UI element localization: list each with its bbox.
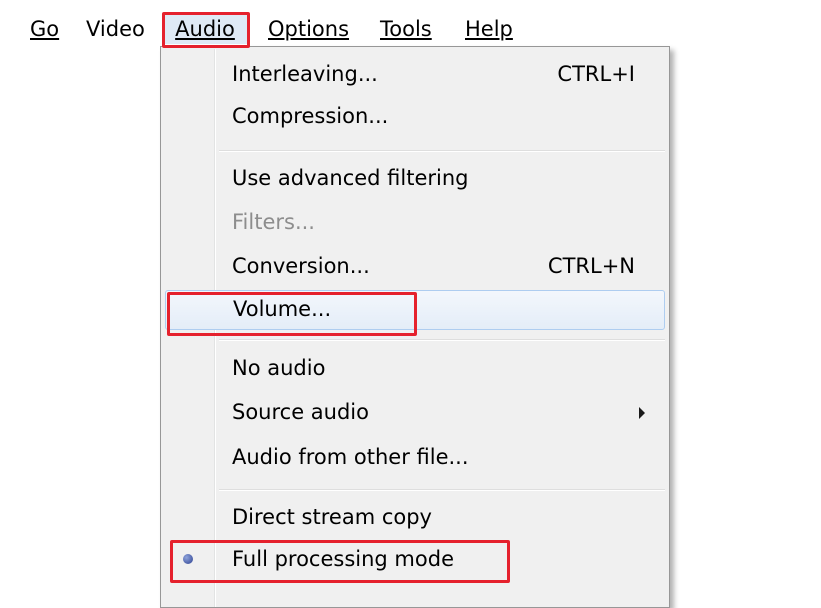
menu-separator (219, 489, 665, 491)
menu-item-conversion[interactable]: Conversion... CTRL+N (165, 247, 665, 287)
menu-help[interactable]: Help (465, 14, 513, 44)
menu-tools-label: Tools (380, 17, 432, 41)
menu-item-direct-stream-copy-label: Direct stream copy (232, 505, 432, 529)
menu-item-volume-label: Volume... (233, 297, 332, 321)
chevron-right-icon (639, 407, 645, 419)
menu-item-advanced-filtering-label: Use advanced filtering (232, 166, 469, 190)
menu-item-interleaving[interactable]: Interleaving... CTRL+I (165, 55, 665, 95)
menu-item-compression[interactable]: Compression... (165, 97, 665, 137)
menu-item-advanced-filtering[interactable]: Use advanced filtering (165, 159, 665, 199)
menu-item-full-processing-mode[interactable]: Full processing mode (165, 540, 665, 580)
menu-item-interleaving-shortcut: CTRL+I (557, 62, 635, 86)
menu-item-direct-stream-copy[interactable]: Direct stream copy (165, 498, 665, 538)
radio-selected-icon (183, 554, 193, 564)
menu-audio[interactable]: Audio (163, 14, 247, 44)
menu-item-source-audio-label: Source audio (232, 400, 369, 424)
menu-separator (219, 150, 665, 152)
menu-bar: Go Video Audio Options Tools Help (0, 10, 821, 48)
menu-item-compression-label: Compression... (232, 104, 389, 128)
menu-help-label: Help (465, 17, 513, 41)
audio-dropdown-menu: Interleaving... CTRL+I Compression... Us… (160, 46, 670, 608)
menu-separator (219, 339, 665, 341)
menu-item-source-audio[interactable]: Source audio (165, 393, 665, 433)
menu-go-label: Go (30, 17, 60, 41)
menu-video[interactable]: Video (86, 14, 145, 44)
menu-item-filters: Filters... (165, 203, 665, 243)
menu-item-full-processing-mode-label: Full processing mode (232, 547, 454, 571)
menu-item-no-audio-label: No audio (232, 356, 326, 380)
menu-video-label: Video (86, 17, 145, 41)
menu-options[interactable]: Options (268, 14, 349, 44)
menu-item-audio-from-other-file[interactable]: Audio from other file... (165, 438, 665, 478)
menu-go[interactable]: Go (30, 14, 59, 44)
window-top-area (0, 0, 821, 10)
menu-item-conversion-shortcut: CTRL+N (547, 254, 635, 278)
menu-item-interleaving-label: Interleaving... (232, 62, 378, 86)
menu-item-filters-label: Filters... (232, 210, 315, 234)
menu-audio-label: Audio (175, 17, 235, 41)
menu-item-volume[interactable]: Volume... (165, 290, 665, 330)
menu-item-conversion-label: Conversion... (232, 254, 370, 278)
menu-item-no-audio[interactable]: No audio (165, 349, 665, 389)
menu-options-label: Options (268, 17, 350, 41)
menu-item-audio-from-other-file-label: Audio from other file... (232, 445, 469, 469)
menu-tools[interactable]: Tools (380, 14, 432, 44)
